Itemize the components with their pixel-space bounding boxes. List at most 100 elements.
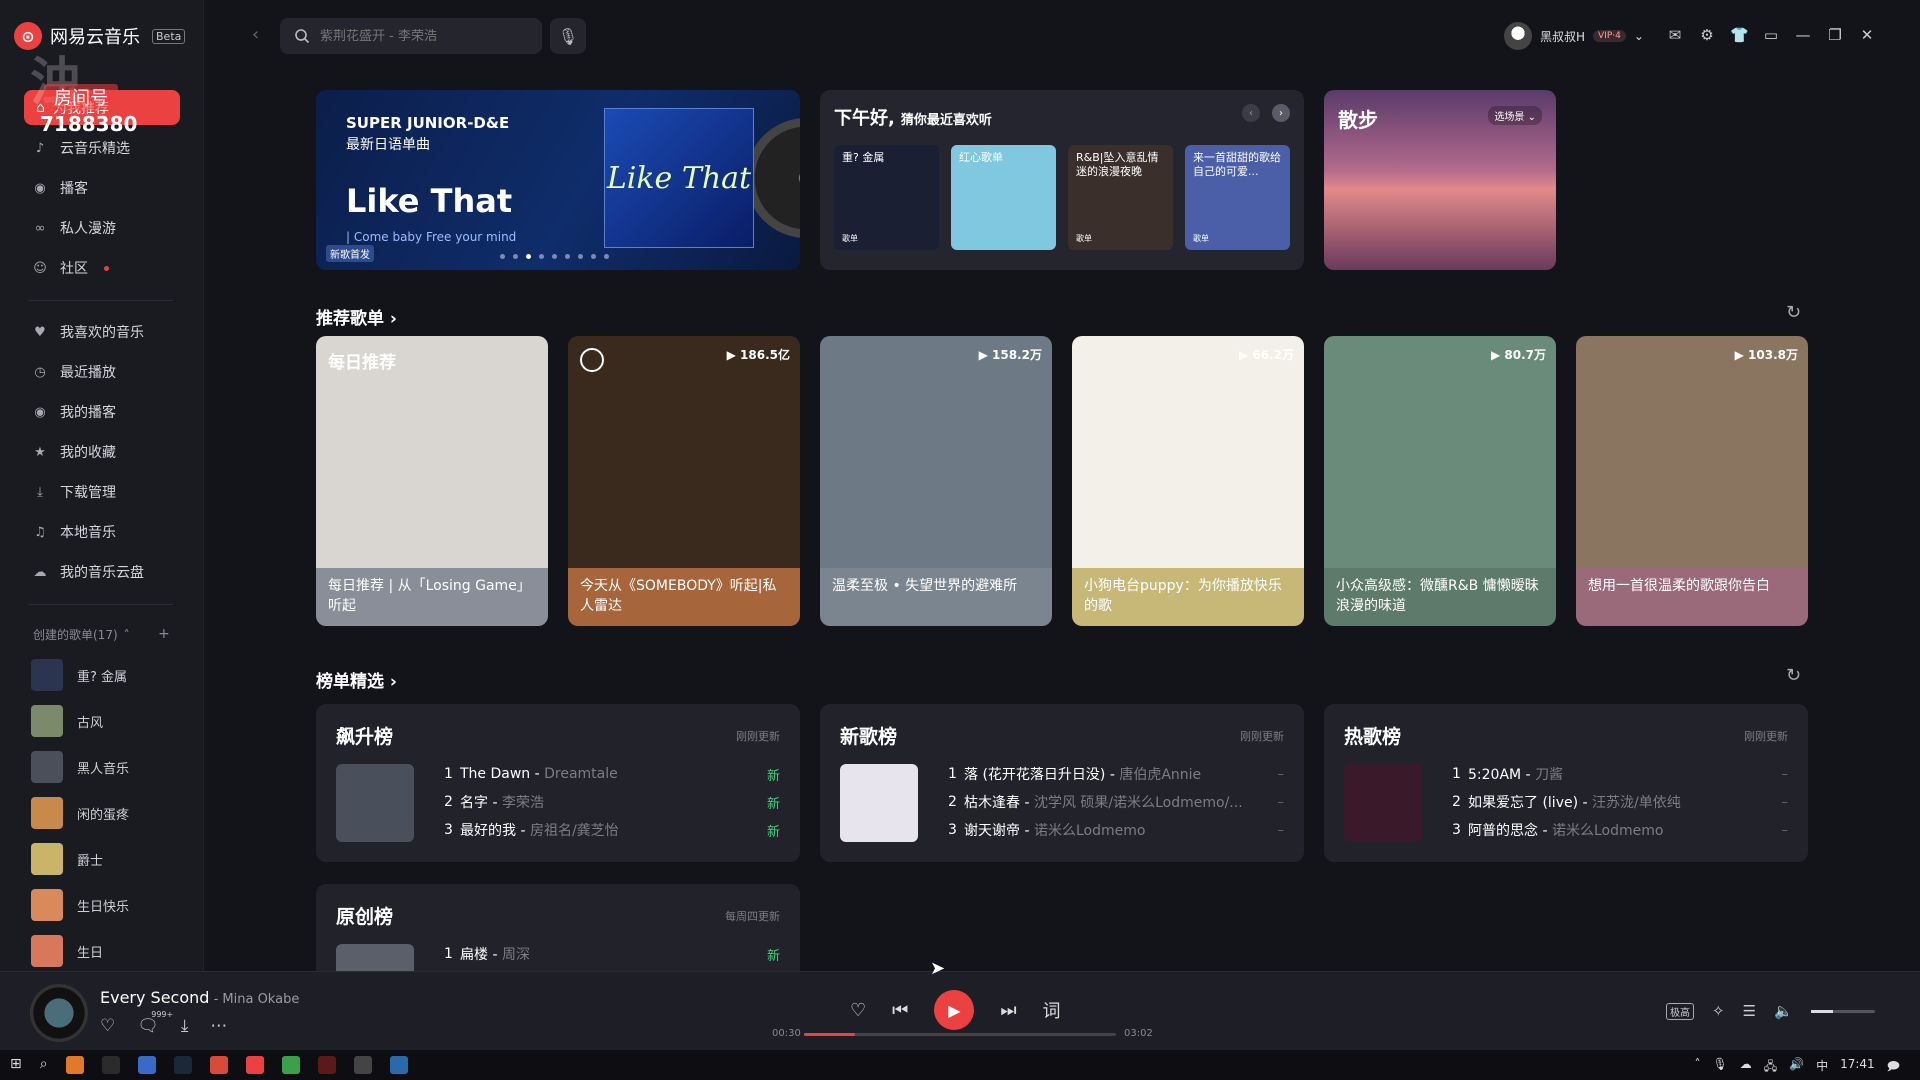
playlist-item[interactable]: 生日 [31, 928, 129, 974]
banner-pagination[interactable] [500, 254, 609, 259]
windows-start-icon[interactable]: ⊞ [10, 1056, 22, 1074]
playlist-item[interactable]: 古风 [31, 698, 129, 744]
rank-row[interactable]: 3 谢天谢帝 - 诺米么Lodmemo – [948, 816, 1284, 844]
sidebar-item[interactable]: ☺ 社区 [24, 248, 180, 288]
recommend-card[interactable]: 重? 金属 歌单 [834, 145, 939, 250]
playlist-card[interactable]: 每日推荐 每日推荐 | 从「Losing Game」听起 [316, 336, 548, 626]
section-title-charts[interactable]: 榜单精选 › [316, 667, 397, 692]
rank-row[interactable]: 3 阿普的思念 - 诺米么Lodmemo – [1452, 816, 1788, 844]
volume-slider[interactable] [1810, 1009, 1875, 1013]
prev-arrow-icon[interactable]: ‹ [1242, 104, 1260, 122]
cloud-icon[interactable]: ☁ [1740, 1057, 1752, 1078]
search-icon[interactable]: ⌕ [40, 1056, 48, 1074]
rank-row[interactable]: 1 扁楼 - 周深 新 [444, 940, 780, 968]
clock[interactable]: 17:41 [1840, 1057, 1875, 1078]
playlist-item[interactable]: 黑人音乐 [31, 744, 129, 790]
app-taskbar-icon[interactable] [317, 1056, 336, 1074]
rank-row[interactable]: 3 最好的我 - 房祖名/龚芝怡 新 [444, 816, 780, 844]
sidebar-item[interactable]: ♫ 本地音乐 [24, 512, 180, 552]
mini-mode-icon[interactable]: ▭ [1762, 26, 1780, 44]
playlist-card[interactable]: ▶ 158.2万 温柔至极 • 失望世界的避难所 [820, 336, 1052, 626]
song-title[interactable]: Every Second [100, 988, 209, 1007]
recommend-card[interactable]: R&B|坠入意乱情迷的浪漫夜晚 歌单 [1068, 145, 1173, 250]
created-playlists-header[interactable]: 创建的歌单(17) ˄ [33, 626, 173, 643]
skin-icon[interactable]: 👕 [1730, 26, 1749, 44]
sound-effect-icon[interactable]: ✧ [1712, 1002, 1725, 1020]
sidebar-item[interactable]: ◉ 播客 [24, 168, 180, 208]
sidebar-item[interactable]: ∞ 私人漫游 [24, 208, 180, 248]
search-box[interactable] [280, 18, 542, 54]
back-arrow-icon[interactable]: ‹ [252, 24, 259, 45]
next-arrow-icon[interactable]: › [1272, 104, 1290, 122]
sidebar-item[interactable]: ☁ 我的音乐云盘 [24, 552, 180, 592]
rank-card[interactable]: 新歌榜 刚刚更新 1 落 (花开花落日升日没) - 唐伯虎Annie – 2 枯木逢春 - … [820, 704, 1304, 862]
speaker-icon[interactable]: 🔊 [1789, 1057, 1804, 1078]
playlist-card[interactable]: ▶ 103.8万 想用一首很温柔的歌跟你告白 [1576, 336, 1808, 626]
app-taskbar-icon[interactable] [389, 1056, 408, 1074]
app-taskbar-icon[interactable] [101, 1056, 120, 1074]
song-artist[interactable]: Mina Okabe [222, 992, 299, 1007]
sidebar-item-recommend[interactable]: ⌂ 为我推荐 [24, 90, 180, 125]
progress-bar[interactable] [804, 1033, 1116, 1036]
app-taskbar-icon[interactable] [65, 1056, 84, 1074]
rank-row[interactable]: 2 如果爱忘了 (live) - 汪苏泷/单依纯 – [1452, 788, 1788, 816]
rank-row[interactable]: 1 落 (花开花落日升日没) - 唐伯虎Annie – [948, 760, 1284, 788]
sidebar-item[interactable]: ◷ 最近播放 [24, 352, 180, 392]
netease-music-taskbar-icon[interactable] [245, 1056, 264, 1074]
playlist-item[interactable]: 生日快乐 [31, 882, 129, 928]
promo-banner[interactable]: SUPER JUNIOR-D&E 最新日语单曲 Like That | Come… [316, 90, 800, 270]
voice-search-button[interactable]: 🎙 [550, 18, 586, 54]
sidebar-item[interactable]: ◉ 我的播客 [24, 392, 180, 432]
more-icon[interactable]: ⋯ [210, 1016, 227, 1036]
user-menu[interactable]: 黑叔叔H VIP·4 ⌄ [1504, 22, 1644, 50]
next-icon[interactable]: ⏭ [1000, 1000, 1016, 1021]
playlist-item[interactable]: 重? 金属 [31, 652, 129, 698]
mail-icon[interactable]: ✉ [1666, 26, 1684, 44]
chevron-up-icon[interactable]: ˄ [1694, 1057, 1700, 1078]
play-button[interactable]: ▶ [934, 990, 975, 1030]
app-taskbar-icon[interactable] [137, 1056, 156, 1074]
settings-icon[interactable]: ⚙ [1698, 26, 1716, 44]
steam-icon[interactable] [173, 1056, 192, 1074]
volume-icon[interactable]: 🔈 [1774, 1002, 1793, 1020]
sidebar-item[interactable]: ★ 我的收藏 [24, 432, 180, 472]
refresh-icon[interactable]: ↻ [1786, 665, 1801, 686]
ime-indicator[interactable]: 中 [1816, 1057, 1828, 1078]
minimize-icon[interactable]: — [1794, 26, 1812, 44]
notification-icon[interactable]: 🗩 [1887, 1057, 1900, 1078]
xbox-icon[interactable] [281, 1056, 300, 1074]
previous-icon[interactable]: ⏮ [892, 1000, 908, 1021]
section-title-playlists[interactable]: 推荐歌单 › [316, 304, 397, 329]
chevron-down-icon[interactable]: ⌄ [1634, 29, 1644, 43]
playlist-card[interactable]: ▶ 80.7万 小众高级感：微醺R&B 慵懒暧昧 浪漫的味道 [1324, 336, 1556, 626]
playlist-queue-icon[interactable]: ☰ [1743, 1002, 1756, 1020]
maximize-icon[interactable]: ❐ [1826, 26, 1844, 44]
now-playing-cover[interactable] [30, 984, 88, 1042]
sidebar-item[interactable]: ⤓ 下载管理 [24, 472, 180, 512]
lyrics-button[interactable]: 词 [1043, 997, 1061, 1023]
download-icon[interactable]: ⤓ [181, 1016, 189, 1036]
network-icon[interactable]: 🖧 [1764, 1057, 1777, 1078]
playlist-card[interactable]: ▶ 186.5亿 今天从《SOMEBODY》听起|私人雷达 [568, 336, 800, 626]
sidebar-item[interactable]: ♪ 云音乐精选 [24, 128, 180, 168]
scene-selector[interactable]: 选场景 ⌄ [1488, 106, 1542, 125]
refresh-icon[interactable]: ↻ [1786, 302, 1801, 323]
comment-icon[interactable]: 🗨 999+ [137, 1010, 173, 1036]
rank-row[interactable]: 2 枯木逢春 - 沈学风 硕果/诺米么Lodmemo/... – [948, 788, 1284, 816]
microphone-icon[interactable]: 🎙 [1712, 1057, 1727, 1078]
add-playlist-icon[interactable]: + [158, 626, 170, 642]
rank-card[interactable]: 飙升榜 刚刚更新 1 The Dawn - Dreamtale 新 2 名字 - 李荣浩新 3… [316, 704, 800, 862]
rank-row[interactable]: 2 名字 - 李荣浩 新 [444, 788, 780, 816]
playlist-item[interactable]: 闲的蛋疼 [31, 790, 129, 836]
sidebar-item[interactable]: ♥ 我喜欢的音乐 [24, 312, 180, 352]
rank-card[interactable]: 热歌榜 刚刚更新 1 5:20AM - 刀酱 – 2 如果爱忘了 (live) - 汪苏泷/… [1324, 704, 1808, 862]
heartbeat-mode-icon[interactable]: ♡ [850, 1000, 866, 1021]
recommend-card[interactable]: 红心歌单 [951, 145, 1056, 250]
playlist-item[interactable]: 爵士 [31, 836, 129, 882]
search-input[interactable] [320, 28, 520, 44]
quality-button[interactable]: 极高 [1666, 1002, 1694, 1020]
app-taskbar-icon[interactable] [353, 1056, 372, 1074]
scene-card-walk[interactable]: 散步 选场景 ⌄ [1324, 90, 1556, 270]
recommend-card[interactable]: 来一首甜甜的歌给自己的可爱... 歌单 [1185, 145, 1290, 250]
close-icon[interactable]: ✕ [1858, 26, 1876, 44]
